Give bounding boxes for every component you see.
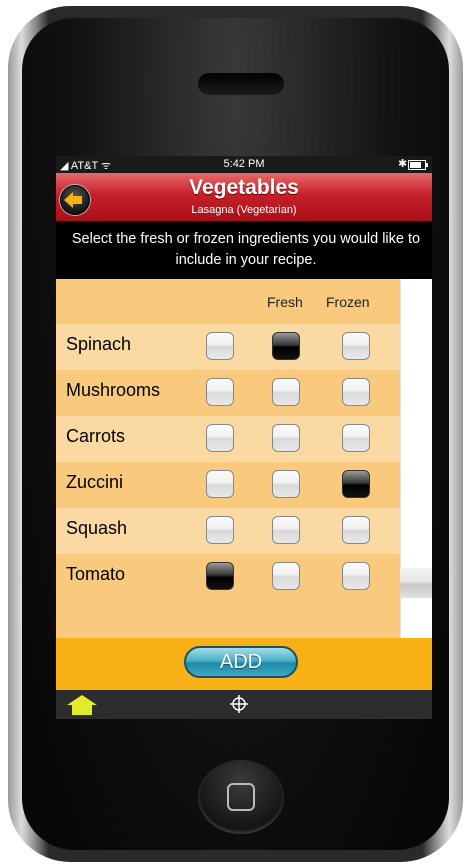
column-header-frozen: Frozen [326,294,370,310]
ingredient-checkbox[interactable] [272,562,300,590]
ingredient-checkbox[interactable] [206,424,234,452]
tab-bar [56,690,432,719]
ingredient-checkbox[interactable] [272,516,300,544]
instruction-banner: Select the fresh or frozen ingredients y… [56,221,432,279]
instruction-text: Select the fresh or frozen ingredients y… [71,231,421,268]
ingredient-label: Spinach [66,334,132,354]
ingredient-row: Mushrooms [56,370,400,416]
column-header-fresh: Fresh [267,294,303,310]
add-bar: ADD [56,638,432,690]
phone-screen: ◢ AT&T ᯤ 5:42 PM ✱ Vegetables Lasagna (V… [56,156,432,719]
ingredient-checkbox[interactable] [342,378,370,406]
ingredient-table: Fresh Frozen Spinach Mushrooms Carrots Zucc… [56,279,400,638]
hardware-home-button[interactable] [198,760,284,834]
scrollbar-thumb[interactable] [400,568,432,598]
ingredient-label: Squash [66,518,128,538]
ingredient-checkbox[interactable] [272,332,300,360]
ingredient-checkbox[interactable] [342,562,370,590]
ingredient-label: Tomato [66,564,126,584]
battery-icon [408,160,428,170]
ingredient-checkbox[interactable] [206,378,234,406]
bluetooth-icon: ✱ [398,158,408,170]
ingredient-checkbox[interactable] [206,470,234,498]
ingredient-row: Squash [56,508,400,554]
ingredient-checkbox[interactable] [342,470,370,498]
ingredient-label: Zuccini [66,472,124,492]
earpiece-speaker [198,73,284,95]
ingredient-checkbox[interactable] [272,378,300,406]
home-icon[interactable] [66,694,98,716]
page-subtitle: Lasagna (Vegetarian) [191,204,297,216]
ingredient-checkbox[interactable] [342,516,370,544]
ingredient-checkbox[interactable] [342,424,370,452]
ingredient-row: Zuccini [56,462,400,508]
ingredient-checkbox[interactable] [272,424,300,452]
ingredient-row: Spinach [56,324,400,370]
add-button[interactable]: ADD [184,646,298,678]
ingredient-checkbox[interactable] [342,332,370,360]
ingredient-checkbox[interactable] [206,332,234,360]
ingredient-checkbox[interactable] [206,516,234,544]
crosshair-icon[interactable] [230,695,248,713]
home-square-icon [227,783,255,811]
ingredient-row: Tomato [56,554,400,600]
ingredient-label: Mushrooms [66,380,161,400]
page-title: Vegetables [189,176,299,199]
ingredient-label: Carrots [66,426,126,446]
title-bar: Vegetables Lasagna (Vegetarian) [56,173,432,221]
status-bar: ◢ AT&T ᯤ 5:42 PM ✱ [56,156,432,173]
ingredient-row: Carrots [56,416,400,462]
carrier-label: ◢ AT&T ᯤ [60,160,112,172]
ingredient-checkbox[interactable] [206,562,234,590]
status-time: 5:42 PM [223,158,265,170]
ingredient-checkbox[interactable] [272,470,300,498]
